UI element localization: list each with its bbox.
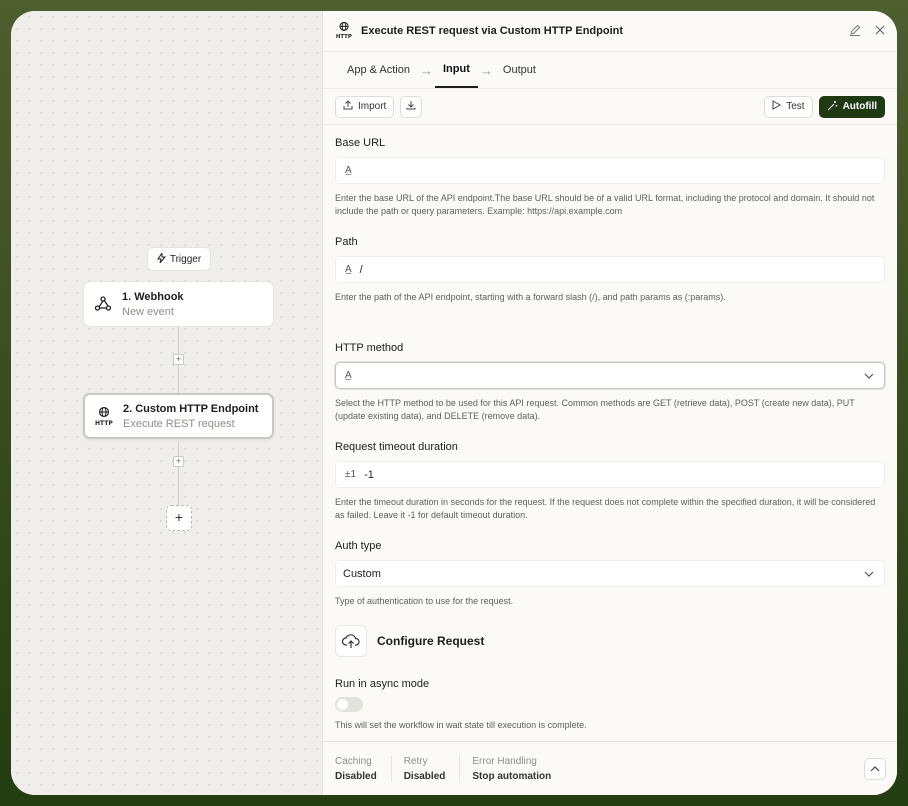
field-label: Base URL [335,137,386,149]
chevron-up-icon [870,763,880,775]
auth-type-value: Custom [343,567,381,580]
field-help: Enter the path of the API endpoint, star… [335,292,726,302]
text-type-icon: A̲ [345,370,352,381]
auth-type-field: Auth type Custom Type of authentication … [335,540,885,608]
configure-request-label: Configure Request [377,634,485,648]
panel-title: Execute REST request via Custom HTTP End… [361,25,624,37]
step-tabs: App & Action → Input → Output [323,52,897,89]
import-button[interactable]: Import [335,95,395,118]
arrow-right-icon: → [479,62,493,78]
path-input[interactable]: A̲ / [335,256,885,283]
tab-app-action[interactable]: App & Action [339,52,418,88]
path-value: / [359,263,363,276]
path-field: Path A̲ / Enter the path of the API endp… [335,236,885,304]
test-button[interactable]: Test [764,95,813,118]
add-step-button[interactable]: + [173,456,184,467]
input-form: Base URL A̲ Enter the base URL of the AP… [323,125,897,741]
import-label: Import [358,101,387,112]
connector-line [178,441,179,505]
tab-output[interactable]: Output [495,52,544,88]
app-window: Trigger 1. Webhook New event + HTTP 2. C… [11,11,897,795]
autofill-button[interactable]: Autofill [818,95,885,118]
field-help: Enter the base URL of the API endpoint.T… [335,193,875,216]
retry-setting[interactable]: Retry Disabled [403,755,461,782]
async-mode-field: Run in async mode This will set the work… [335,678,885,732]
caching-label: Caching [335,755,372,767]
step-config-panel: HTTP Execute REST request via Custom HTT… [322,11,897,795]
node-subtitle: Execute REST request [123,417,235,430]
close-icon[interactable] [875,25,885,38]
field-label: Path [335,236,358,248]
async-mode-toggle[interactable] [335,697,363,712]
retry-value: Disabled [403,770,446,782]
upload-icon [343,100,353,113]
timeout-input[interactable]: ±1 -1 [335,461,885,488]
http-method-select[interactable]: A̲ [335,362,885,389]
svg-text:HTTP: HTTP [336,34,352,39]
download-icon [406,100,416,113]
cloud-upload-icon [335,625,367,657]
trigger-label: Trigger [169,253,202,265]
error-handling-label: Error Handling [472,755,537,767]
tab-input[interactable]: Input [435,52,478,88]
error-handling-setting[interactable]: Error Handling Stop automation [472,756,565,782]
svg-text:HTTP: HTTP [95,420,113,426]
timeout-field: Request timeout duration ±1 -1 Enter the… [335,441,885,522]
workflow-canvas[interactable]: Trigger 1. Webhook New event + HTTP 2. C… [11,11,322,795]
node-custom-http[interactable]: HTTP 2. Custom HTTP Endpoint Execute RES… [83,393,274,439]
caching-value: Disabled [335,770,377,782]
add-step-button[interactable]: + [173,354,184,365]
trigger-badge[interactable]: Trigger [147,247,211,271]
node-title: 1. Webhook [122,290,184,303]
field-label: Auth type [335,540,382,552]
field-label: Run in async mode [335,678,430,690]
autofill-label: Autofill [842,101,877,112]
edit-icon[interactable] [849,24,861,39]
base-url-field: Base URL A̲ Enter the base URL of the AP… [335,137,885,218]
node-webhook[interactable]: 1. Webhook New event [83,281,274,327]
panel-toolbar: Import Test Autofill [323,89,897,125]
expand-footer-button[interactable] [864,757,886,780]
http-globe-icon: HTTP [335,21,353,42]
download-button[interactable] [400,95,423,118]
field-label: Request timeout duration [335,441,458,453]
magic-wand-icon [827,100,838,114]
http-method-field: HTTP method A̲ Select the HTTP method to… [335,342,885,423]
chevron-down-icon [864,370,874,382]
webhook-icon [93,295,113,313]
panel-footer: Caching Disabled Retry Disabled Error Ha… [323,741,897,795]
add-node-button[interactable]: + [166,505,192,531]
lightning-icon [156,250,166,266]
field-help: Enter the timeout duration in seconds fo… [335,497,876,520]
field-help: Select the HTTP method to be used for th… [335,398,855,421]
text-type-icon: A̲ [345,165,352,176]
play-icon [772,100,782,113]
arrow-right-icon: → [420,62,433,78]
error-handling-value: Stop automation [472,770,552,782]
timeout-value: -1 [364,468,374,481]
field-help: This will set the workflow in wait state… [335,720,587,730]
node-subtitle: New event [122,305,174,318]
test-label: Test [786,101,805,112]
chevron-down-icon [864,568,874,580]
auth-type-select[interactable]: Custom [335,560,885,587]
caching-setting[interactable]: Caching Disabled [335,755,392,782]
base-url-input[interactable]: A̲ [335,157,885,184]
text-type-icon: A̲ [345,264,352,275]
number-type-icon: ±1 [345,469,357,480]
retry-label: Retry [403,755,428,767]
http-globe-icon: HTTP [94,406,114,426]
panel-header: HTTP Execute REST request via Custom HTT… [323,11,897,52]
configure-request-section[interactable]: Configure Request [335,625,484,657]
field-label: HTTP method [335,342,404,354]
node-title: 2. Custom HTTP Endpoint [123,402,259,415]
field-help: Type of authentication to use for the re… [335,596,514,606]
